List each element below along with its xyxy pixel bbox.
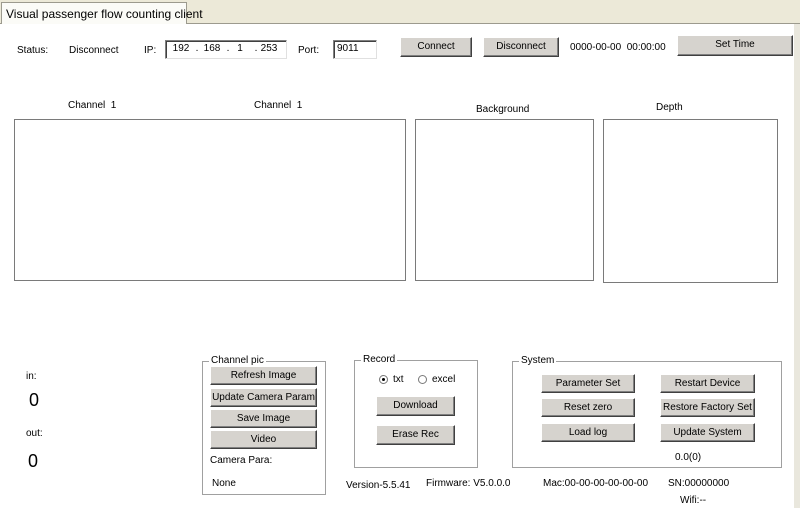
depth-view[interactable] (603, 119, 778, 283)
background-view[interactable] (415, 119, 594, 281)
refresh-image-button[interactable]: Refresh Image (210, 366, 317, 385)
ip-octet-4[interactable]: 253 (258, 41, 280, 57)
ip-separator: . (195, 43, 199, 54)
channel-pic-title: Channel pic (209, 355, 266, 366)
camera-para-value: None (212, 478, 236, 489)
record-format-txt-label[interactable]: txt (393, 374, 404, 385)
disconnect-button[interactable]: Disconnect (483, 37, 559, 57)
restart-device-button[interactable]: Restart Device (660, 374, 755, 393)
wifi-status-text: Wifi:-- (680, 495, 707, 506)
parameter-set-button[interactable]: Parameter Set (541, 374, 635, 393)
status-value: Disconnect (69, 45, 119, 56)
background-label: Background (476, 104, 530, 115)
mac-address-text: Mac:00-00-00-00-00-00 (543, 478, 649, 489)
right-edge-rail (794, 24, 800, 508)
port-field[interactable]: 9011 (333, 40, 377, 59)
tab-strip: Visual passenger flow counting client (0, 0, 800, 24)
set-time-button[interactable]: Set Time (677, 35, 793, 56)
channel-mid-label: Channel 1 (254, 100, 303, 111)
status-label: Status: (17, 45, 49, 56)
firmware-text: Firmware: V5.0.0.0 (426, 478, 511, 489)
save-image-button[interactable]: Save Image (210, 409, 317, 428)
ip-octet-3[interactable]: 1 (229, 41, 251, 57)
update-camera-param-button[interactable]: Update Camera Param (210, 388, 317, 407)
connect-button[interactable]: Connect (400, 37, 472, 57)
ip-octet-2[interactable]: 168 (201, 41, 223, 57)
update-progress-text: 0.0(0) (675, 452, 702, 463)
video-button[interactable]: Video (210, 430, 317, 449)
record-title: Record (361, 354, 398, 365)
download-button[interactable]: Download (376, 396, 455, 416)
ip-label: IP: (144, 45, 157, 56)
ip-octet-1[interactable]: 192 (170, 41, 192, 57)
camera-para-label: Camera Para: (210, 455, 273, 466)
device-datetime: 0000-00-00 00:00:00 (570, 42, 666, 53)
in-count-value: 0 (29, 390, 40, 410)
tab-main-window[interactable]: Visual passenger flow counting client (1, 2, 203, 24)
system-title: System (519, 355, 557, 366)
record-format-excel-label[interactable]: excel (432, 374, 455, 385)
load-log-button[interactable]: Load log (541, 423, 635, 442)
radio-selected-dot (382, 378, 385, 381)
channel-video-view[interactable] (14, 119, 406, 281)
reset-zero-button[interactable]: Reset zero (541, 398, 635, 417)
record-format-txt-radio[interactable] (379, 375, 388, 384)
restore-factory-set-button[interactable]: Restore Factory Set (660, 398, 755, 417)
in-count-label: in: (26, 371, 37, 382)
out-count-value: 0 (28, 451, 39, 471)
serial-number-text: SN:00000000 (668, 478, 730, 489)
ip-address-field[interactable]: 192 . 168 . 1 . 253 (165, 40, 287, 59)
port-label: Port: (298, 45, 320, 56)
channel-left-label: Channel 1 (68, 100, 117, 111)
update-system-button[interactable]: Update System (660, 423, 755, 442)
record-format-excel-radio[interactable] (418, 375, 427, 384)
version-text: Version-5.5.41 (346, 480, 411, 491)
depth-label: Depth (656, 102, 683, 113)
erase-rec-button[interactable]: Erase Rec (376, 425, 455, 445)
out-count-label: out: (26, 428, 43, 439)
